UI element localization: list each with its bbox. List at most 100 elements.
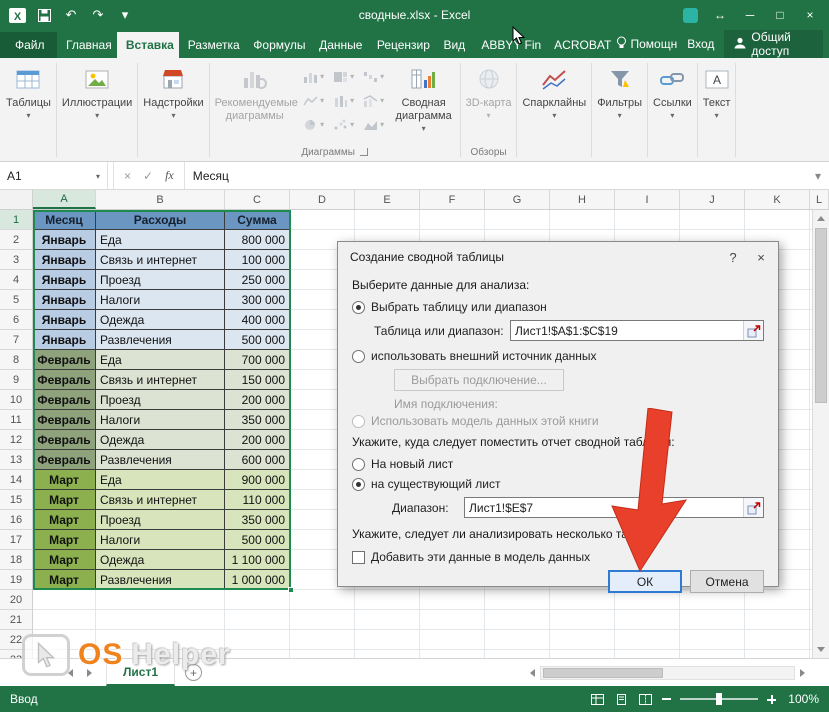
- cancel-button[interactable]: Отмена: [690, 570, 764, 593]
- insert-function-icon[interactable]: fx: [165, 168, 174, 183]
- cell-I21[interactable]: [615, 610, 680, 630]
- close-button[interactable]: ×: [795, 0, 825, 30]
- dialog-help-button[interactable]: ?: [719, 245, 747, 269]
- row-header-16[interactable]: 16: [0, 510, 33, 530]
- row-header-19[interactable]: 19: [0, 570, 33, 590]
- column-header-F[interactable]: F: [420, 190, 485, 209]
- column-header-D[interactable]: D: [290, 190, 355, 209]
- cell-E23[interactable]: [355, 650, 420, 658]
- links-button[interactable]: Ссылки ▾: [649, 59, 696, 161]
- row-header-3[interactable]: 3: [0, 250, 33, 270]
- row-header-12[interactable]: 12: [0, 430, 33, 450]
- cell-J1[interactable]: [680, 210, 745, 230]
- row-header-8[interactable]: 8: [0, 350, 33, 370]
- statistic-chart-button[interactable]: ▾: [329, 89, 359, 113]
- pie-chart-button[interactable]: ▾: [299, 113, 329, 137]
- scroll-right-icon[interactable]: [800, 669, 809, 677]
- pivot-chart-button[interactable]: Сводная диаграмма ▾: [389, 59, 459, 145]
- tab-home[interactable]: Главная: [57, 32, 117, 58]
- cell-C9[interactable]: 150 000: [225, 370, 290, 390]
- cell-A19[interactable]: Март: [33, 570, 96, 590]
- cell-C6[interactable]: 400 000: [225, 310, 290, 330]
- cell-B8[interactable]: Еда: [96, 350, 225, 370]
- cell-B7[interactable]: Развлечения: [96, 330, 225, 350]
- zoom-slider-thumb[interactable]: [716, 693, 722, 705]
- cell-J23[interactable]: [680, 650, 745, 658]
- cell-H22[interactable]: [550, 630, 615, 650]
- cell-C8[interactable]: 700 000: [225, 350, 290, 370]
- cell-C18[interactable]: 1 100 000: [225, 550, 290, 570]
- area-chart-button[interactable]: ▾: [359, 113, 389, 137]
- cell-J21[interactable]: [680, 610, 745, 630]
- row-header-2[interactable]: 2: [0, 230, 33, 250]
- ok-button[interactable]: ОК: [608, 570, 682, 593]
- cell-C16[interactable]: 350 000: [225, 510, 290, 530]
- row-header-6[interactable]: 6: [0, 310, 33, 330]
- illustrations-button[interactable]: Иллюстрации ▾: [58, 59, 136, 161]
- cell-A10[interactable]: Февраль: [33, 390, 96, 410]
- cell-B12[interactable]: Одежда: [96, 430, 225, 450]
- maximize-button[interactable]: □: [765, 0, 795, 30]
- cell-A13[interactable]: Февраль: [33, 450, 96, 470]
- tab-formulas[interactable]: Формулы: [244, 32, 310, 58]
- column-header-C[interactable]: C: [225, 190, 290, 209]
- cell-K21[interactable]: [745, 610, 810, 630]
- dialog-titlebar[interactable]: Создание сводной таблицы ? ×: [338, 242, 778, 272]
- cell-B17[interactable]: Налоги: [96, 530, 225, 550]
- cell-F21[interactable]: [420, 610, 485, 630]
- cell-C7[interactable]: 500 000: [225, 330, 290, 350]
- cell-C1[interactable]: Сумма: [225, 210, 290, 230]
- cell-A18[interactable]: Март: [33, 550, 96, 570]
- cell-A6[interactable]: Январь: [33, 310, 96, 330]
- cell-G21[interactable]: [485, 610, 550, 630]
- cell-C12[interactable]: 200 000: [225, 430, 290, 450]
- cell-F22[interactable]: [420, 630, 485, 650]
- column-header-E[interactable]: E: [355, 190, 420, 209]
- cell-C19[interactable]: 1 000 000: [225, 570, 290, 590]
- cell-C23[interactable]: [225, 650, 290, 658]
- tab-abbyy[interactable]: ABBYY Fin: [472, 32, 545, 58]
- share-button[interactable]: Общий доступ: [724, 26, 823, 62]
- cell-C17[interactable]: 500 000: [225, 530, 290, 550]
- cancel-entry-icon[interactable]: ×: [124, 169, 131, 183]
- cell-A7[interactable]: Январь: [33, 330, 96, 350]
- waterfall-chart-button[interactable]: ▾: [359, 65, 389, 89]
- vertical-scrollbar[interactable]: [812, 210, 829, 658]
- sparklines-button[interactable]: Спарклайны ▾: [518, 59, 590, 161]
- cell-C3[interactable]: 100 000: [225, 250, 290, 270]
- cell-C13[interactable]: 600 000: [225, 450, 290, 470]
- combo-chart-button[interactable]: ▾: [359, 89, 389, 113]
- zoom-in-icon[interactable]: [767, 695, 776, 704]
- tab-acrobat[interactable]: ACROBAT: [545, 32, 615, 58]
- cell-B3[interactable]: Связь и интернет: [96, 250, 225, 270]
- cell-C4[interactable]: 250 000: [225, 270, 290, 290]
- select-all-corner[interactable]: [0, 190, 33, 209]
- cell-K1[interactable]: [745, 210, 810, 230]
- cell-D23[interactable]: [290, 650, 355, 658]
- column-chart-button[interactable]: ▾: [299, 65, 329, 89]
- cell-A20[interactable]: [33, 590, 96, 610]
- dialog-close-button[interactable]: ×: [747, 245, 775, 269]
- cell-C15[interactable]: 110 000: [225, 490, 290, 510]
- column-header-H[interactable]: H: [550, 190, 615, 209]
- ribbon-display-icon[interactable]: ↔: [705, 0, 735, 30]
- column-header-J[interactable]: J: [680, 190, 745, 209]
- cell-A17[interactable]: Март: [33, 530, 96, 550]
- cell-B10[interactable]: Проезд: [96, 390, 225, 410]
- row-header-5[interactable]: 5: [0, 290, 33, 310]
- cell-H21[interactable]: [550, 610, 615, 630]
- cell-A16[interactable]: Март: [33, 510, 96, 530]
- radio-existing-sheet[interactable]: на существующий лист: [352, 477, 764, 491]
- row-header-7[interactable]: 7: [0, 330, 33, 350]
- normal-view-icon[interactable]: [590, 693, 605, 706]
- cell-C10[interactable]: 200 000: [225, 390, 290, 410]
- map3d-button[interactable]: 3D-карта ▾: [462, 59, 516, 145]
- cell-F1[interactable]: [420, 210, 485, 230]
- cell-A12[interactable]: Февраль: [33, 430, 96, 450]
- tab-page-layout[interactable]: Разметка: [179, 32, 245, 58]
- cell-A3[interactable]: Январь: [33, 250, 96, 270]
- cell-I22[interactable]: [615, 630, 680, 650]
- column-header-B[interactable]: B: [96, 190, 225, 209]
- cell-B16[interactable]: Проезд: [96, 510, 225, 530]
- choose-connection-button[interactable]: Выбрать подключение...: [394, 369, 564, 391]
